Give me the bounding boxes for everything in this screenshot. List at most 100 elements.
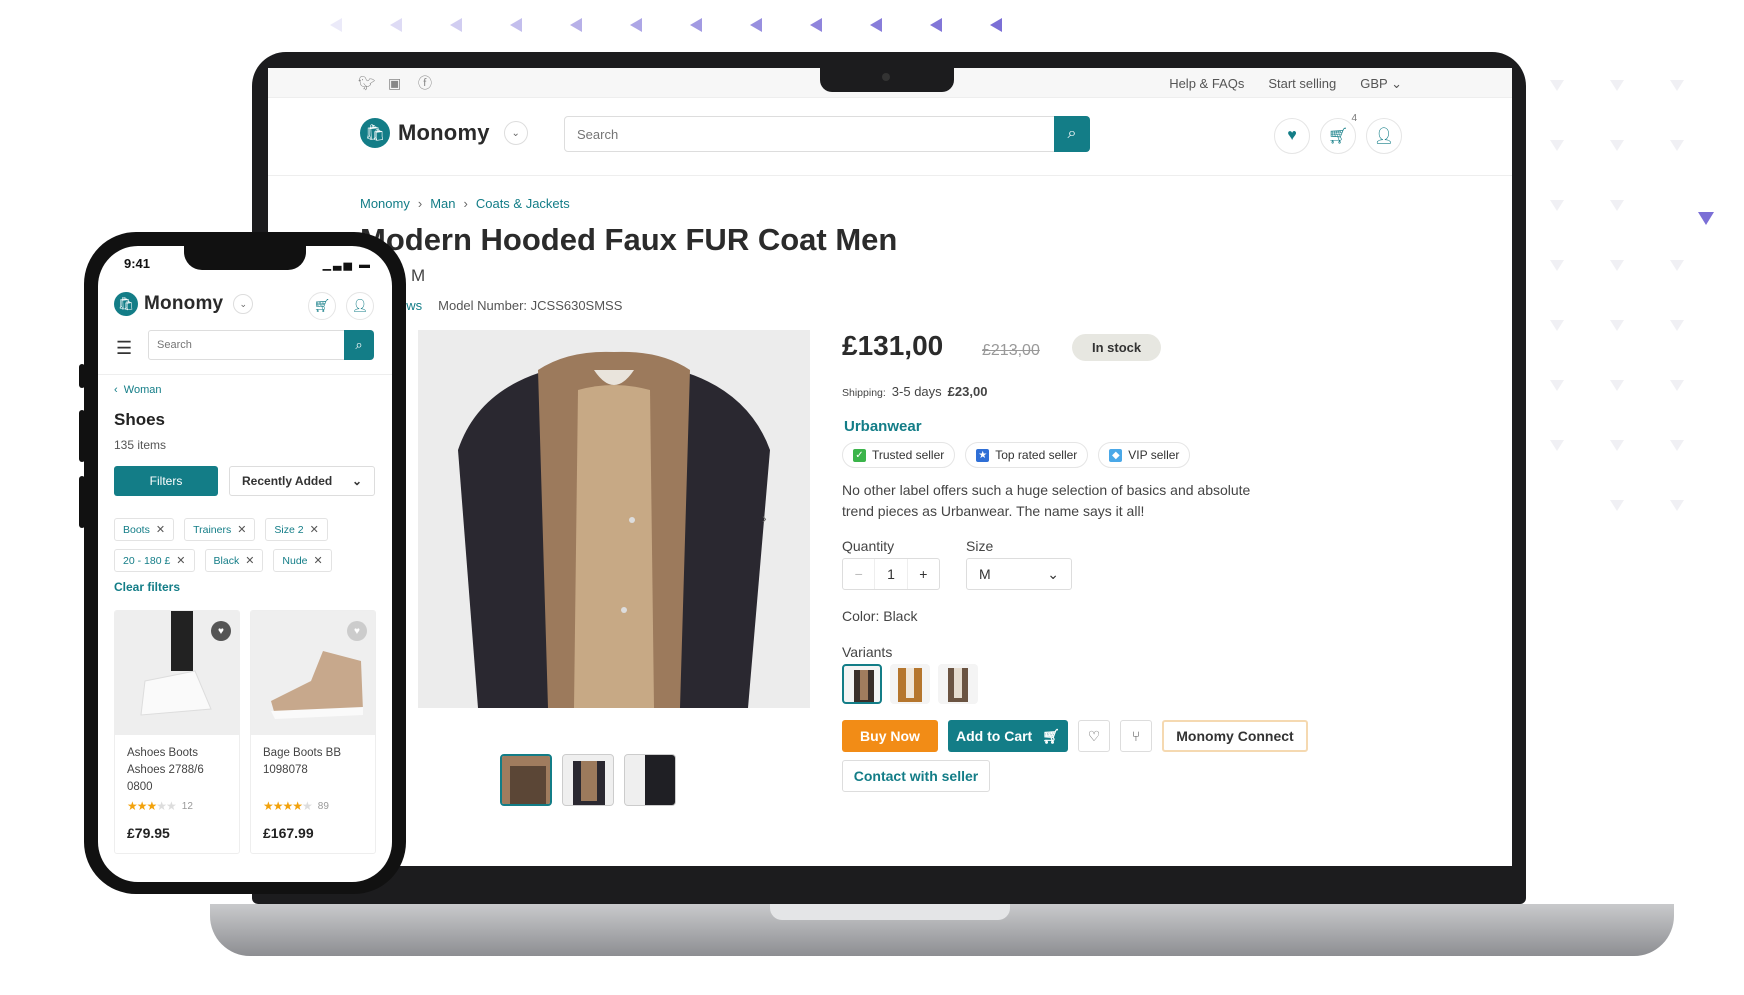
add-to-cart-button[interactable]: Add to Cart 🛒︎ xyxy=(948,720,1068,752)
search-input[interactable] xyxy=(149,331,339,359)
twitter-icon[interactable]: 🐦︎ xyxy=(358,76,376,90)
heart-icon[interactable]: ♥ xyxy=(211,621,231,641)
product-price: £131,00 xyxy=(842,330,944,361)
plus-icon[interactable]: + xyxy=(908,559,939,589)
cart-button[interactable]: 🛒︎ xyxy=(308,292,336,320)
model-value: JCSS630SMSS xyxy=(530,298,623,313)
size-select[interactable]: M ⌄ xyxy=(966,558,1072,590)
filter-chip[interactable]: Size 2 ✕ xyxy=(265,518,328,541)
chip-label: Trainers xyxy=(193,523,232,536)
add-to-cart-label: Add to Cart xyxy=(956,728,1033,744)
close-icon[interactable]: ✕ xyxy=(176,554,185,567)
buy-now-button[interactable]: Buy Now xyxy=(842,720,938,752)
seller-name[interactable]: Urbanwear xyxy=(844,418,922,435)
chevron-down-icon[interactable]: ⌄ xyxy=(233,294,254,314)
chevron-right-icon: › xyxy=(417,196,423,211)
breadcrumb-item[interactable]: Coats & Jackets xyxy=(476,196,570,211)
close-icon[interactable]: ✕ xyxy=(237,523,246,536)
thumbnail[interactable] xyxy=(624,754,676,806)
product-name: Ashoes Boots Ashoes 2788/6 0800 xyxy=(127,747,204,793)
search-icon: ⌕ xyxy=(1067,125,1077,142)
product-card[interactable]: ♥ Bage Boots BB 1098078 ★★★★★ 89 £167.99 xyxy=(250,610,376,854)
decorative-pattern xyxy=(1540,80,1720,550)
product-price: £167.99 xyxy=(263,825,314,841)
diamond-icon: ◆ xyxy=(1109,448,1123,462)
account-button[interactable]: 👤︎ xyxy=(346,292,374,320)
check-icon: ✓ xyxy=(853,448,866,462)
instagram-icon[interactable]: ▣ xyxy=(388,76,404,90)
trusted-seller-badge: ✓ Trusted seller xyxy=(842,442,956,468)
close-icon[interactable]: ✕ xyxy=(310,523,319,536)
product-main-image[interactable]: › xyxy=(418,330,810,708)
badge-label: Trusted seller xyxy=(872,448,945,462)
chevron-down-icon: ⌄ xyxy=(351,474,362,488)
quantity-stepper: − 1 + xyxy=(842,558,940,590)
badge-label: VIP seller xyxy=(1128,448,1180,462)
status-time: 9:41 xyxy=(124,256,151,271)
filter-chip[interactable]: Nude ✕ xyxy=(273,549,332,572)
breadcrumb-item[interactable]: Man xyxy=(430,196,455,211)
close-icon[interactable]: ✕ xyxy=(314,554,323,567)
size-value: M xyxy=(979,566,991,582)
variant-swatches xyxy=(842,664,978,704)
shipping-label: Shipping: xyxy=(842,387,886,399)
shipping-cost: £23,00 xyxy=(947,384,988,399)
sort-value: Recently Added xyxy=(242,474,333,488)
search-input[interactable] xyxy=(565,117,1045,151)
clear-filters-link[interactable]: Clear filters xyxy=(114,580,180,594)
filter-chip[interactable]: Black ✕ xyxy=(204,549,264,572)
product-image: ♥ xyxy=(115,611,239,735)
close-icon[interactable]: ✕ xyxy=(156,523,165,536)
brand-logo[interactable]: 🛍︎ Monomy ⌄ xyxy=(114,292,254,316)
chevron-right-icon[interactable]: › xyxy=(762,510,767,526)
filters-button[interactable]: Filters xyxy=(114,466,218,496)
search-button[interactable]: ⌕ xyxy=(1054,116,1090,152)
filter-chip[interactable]: Trainers ✕ xyxy=(184,518,256,541)
search-icon: ⌕ xyxy=(355,337,363,352)
back-link[interactable]: ‹ Woman xyxy=(114,384,162,396)
filter-chip[interactable]: 20 - 180 £ ✕ xyxy=(114,549,195,572)
close-icon[interactable]: ✕ xyxy=(245,554,254,567)
contact-seller-button[interactable]: Contact with seller xyxy=(842,760,990,792)
review-count: 12 xyxy=(181,800,193,812)
facebook-icon[interactable]: ⓕ xyxy=(418,76,434,90)
menu-icon[interactable]: ☰ xyxy=(116,338,132,359)
variant-swatch[interactable] xyxy=(890,664,930,704)
shopping-bag-icon: 🛍︎ xyxy=(114,292,138,316)
share-button[interactable]: ⑂ xyxy=(1120,720,1152,752)
filter-chip[interactable]: Boots ✕ xyxy=(114,518,175,541)
product-description: No other label offers such a huge select… xyxy=(842,482,1251,519)
thumbnail-strip xyxy=(500,754,676,806)
quantity-value[interactable]: 1 xyxy=(875,559,908,589)
thumbnail[interactable] xyxy=(500,754,552,806)
laptop-screen: 🐦︎ ▣ ⓕ Help & FAQs Start selling GBP ⌄ 🛍… xyxy=(268,68,1512,866)
chevron-down-icon[interactable]: ⌄ xyxy=(503,121,528,145)
breadcrumb-item[interactable]: Monomy xyxy=(360,196,410,211)
account-button[interactable]: 👤︎ xyxy=(1366,118,1402,154)
chevron-down-icon: ⌄ xyxy=(1391,76,1402,91)
wishlist-button[interactable]: ♥ xyxy=(1274,118,1310,154)
product-card[interactable]: ♥ Ashoes Boots Ashoes 2788/6 0800 ★★★★★ … xyxy=(114,610,240,854)
size-label: Size xyxy=(966,538,994,554)
monomy-connect-button[interactable]: Monomy Connect xyxy=(1162,720,1308,752)
variant-swatch[interactable] xyxy=(938,664,978,704)
minus-icon[interactable]: − xyxy=(843,559,876,589)
chip-label: Boots xyxy=(123,523,150,536)
variant-swatch[interactable] xyxy=(842,664,882,704)
filter-chips: Boots ✕ Trainers ✕ Size 2 ✕ 20 - 180 £ ✕ Bla… xyxy=(114,518,376,572)
share-icon: ⑂ xyxy=(1131,728,1141,744)
help-faqs-link[interactable]: Help & FAQs xyxy=(1169,76,1244,92)
thumbnail[interactable] xyxy=(562,754,614,806)
wishlist-button[interactable]: ♡ xyxy=(1078,720,1110,752)
currency-select[interactable]: GBP ⌄ xyxy=(1360,76,1402,92)
items-count: 135 items xyxy=(114,438,167,452)
cart-button[interactable]: 🛒︎ 4 xyxy=(1320,113,1357,154)
chevron-down-icon: ⌄ xyxy=(1047,565,1059,582)
search-button[interactable]: ⌕ xyxy=(344,330,374,360)
user-icon: 👤︎ xyxy=(351,298,369,313)
start-selling-link[interactable]: Start selling xyxy=(1268,76,1336,92)
heart-icon[interactable]: ♥ xyxy=(347,621,367,641)
chip-label: Size 2 xyxy=(274,523,304,536)
brand-logo[interactable]: 🛍︎ Monomy ⌄ xyxy=(360,118,528,148)
sort-select[interactable]: Recently Added ⌄ xyxy=(229,466,375,496)
